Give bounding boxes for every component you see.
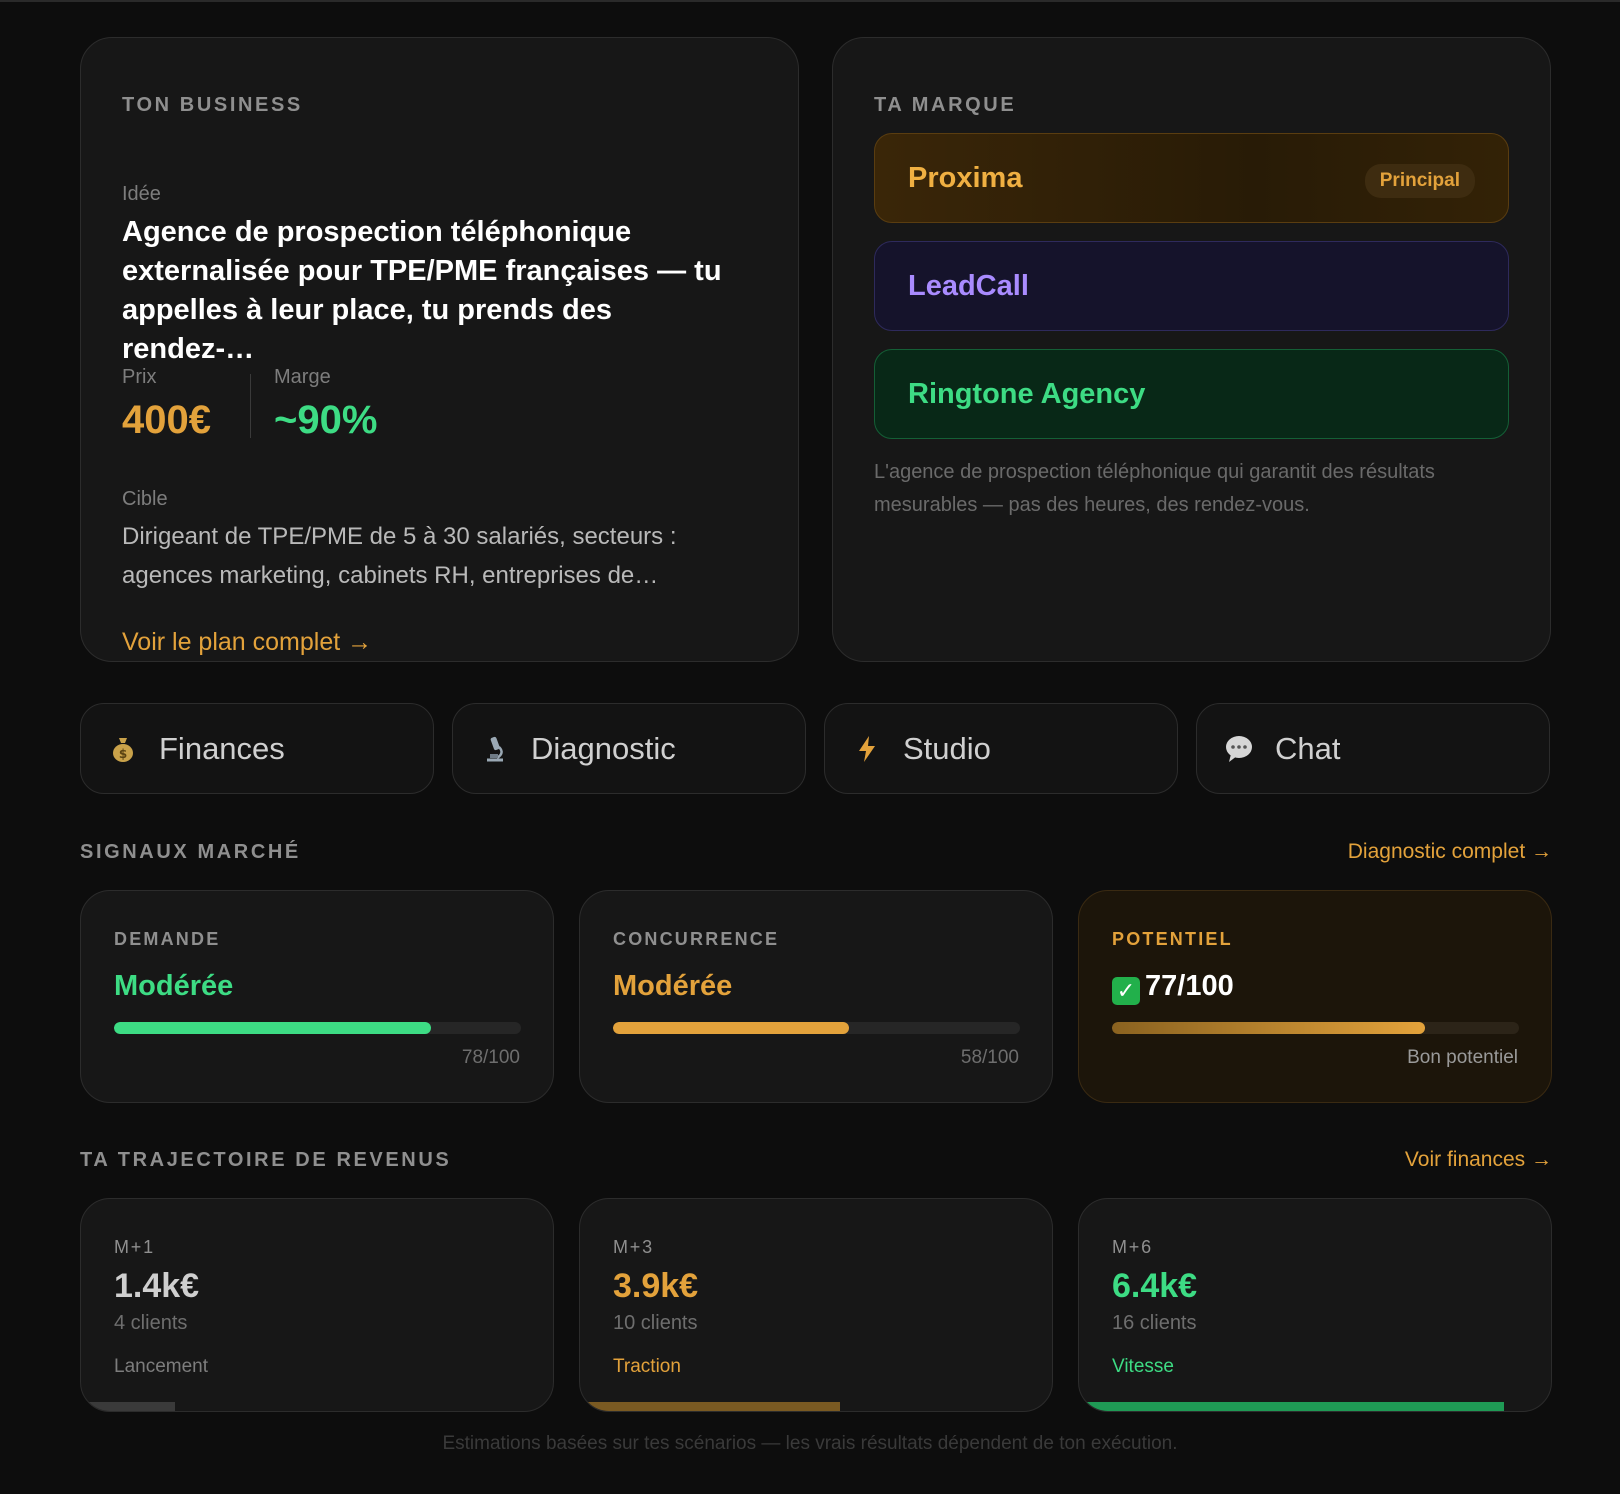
microscope-icon (481, 735, 509, 763)
signal-card-potential: POTENTIEL ✓ 77/100 Bon potentiel (1078, 890, 1552, 1103)
signal-progress-track (1112, 1022, 1519, 1034)
nav-label: Finances (159, 730, 285, 766)
signal-card-competition: CONCURRENCE Modérée 58/100 (579, 890, 1053, 1103)
signal-progress-track (613, 1022, 1020, 1034)
brand-tagline: L'agence de prospection téléphonique qui… (874, 461, 1435, 516)
revenue-card-m1: M+1 1.4k€ 4 clients Lancement (80, 1198, 554, 1412)
signal-value: Modérée (613, 970, 733, 1002)
margin-label: Marge (274, 366, 331, 388)
revenue-progress-bar (81, 1402, 176, 1411)
signal-card-demand: DEMANDE Modérée 78/100 (80, 890, 554, 1103)
business-card: TON BUSINESS Idée Agence de prospection … (80, 37, 799, 662)
nav-finances-button[interactable]: $ Finances (80, 703, 434, 794)
primary-badge: Principal (1364, 164, 1475, 198)
revenue-clients: 16 clients (1112, 1312, 1197, 1334)
svg-text:$: $ (119, 747, 127, 761)
signal-progress-fill (1112, 1022, 1426, 1034)
revenue-phase: Traction (613, 1356, 681, 1377)
footnote: Estimations basées sur tes scénarios — l… (442, 1433, 1178, 1454)
revenue-amount: 3.9k€ (613, 1267, 699, 1305)
revenue-card-m6: M+6 6.4k€ 16 clients Vitesse (1078, 1198, 1552, 1412)
revenue-progress-bar (1079, 1402, 1504, 1411)
signal-score: 58/100 (960, 1047, 1019, 1068)
brand-option-proxima[interactable]: Proxima Principal (874, 133, 1509, 223)
revenue-month: M+1 (114, 1237, 155, 1257)
signal-progress-fill (114, 1022, 432, 1034)
signal-verdict: Bon potentiel (1407, 1047, 1518, 1068)
full-diagnostic-link[interactable]: Diagnostic complet → (1348, 840, 1552, 864)
full-plan-link[interactable]: Voir le plan complet → (122, 628, 372, 657)
nav-label: Diagnostic (531, 730, 676, 766)
brand-name: LeadCall (908, 269, 1029, 302)
signal-label: DEMANDE (114, 929, 221, 949)
signal-value-wrap: ✓ 77/100 (1112, 970, 1234, 1005)
market-signals-title: SIGNAUX MARCHÉ (80, 841, 301, 863)
nav-studio-button[interactable]: Studio (824, 703, 1178, 794)
nav-diagnostic-button[interactable]: Diagnostic (452, 703, 806, 794)
idea-text: Agence de prospection téléphonique exter… (122, 216, 722, 365)
brand-section-label: TA MARQUE (874, 94, 1017, 116)
target-label: Cible (122, 488, 168, 510)
revenue-month: M+3 (613, 1237, 654, 1257)
signal-progress-fill (613, 1022, 850, 1034)
idea-label: Idée (122, 183, 161, 205)
signal-value: 77/100 (1145, 970, 1234, 1002)
margin-value: ~90% (274, 398, 378, 442)
signal-value: Modérée (114, 970, 234, 1002)
revenue-amount: 6.4k€ (1112, 1267, 1198, 1305)
nav-chat-button[interactable]: Chat (1196, 703, 1550, 794)
revenue-trajectory-title: TA TRAJECTOIRE DE REVENUS (80, 1149, 452, 1171)
nav-label: Studio (903, 730, 991, 766)
money-bag-icon: $ (109, 735, 137, 763)
speech-bubble-icon (1225, 735, 1253, 763)
nav-label: Chat (1275, 730, 1341, 766)
business-section-label: TON BUSINESS (122, 94, 303, 116)
revenue-phase: Lancement (114, 1356, 209, 1377)
price-margin-divider (250, 374, 251, 438)
brand-option-ringtone-agency[interactable]: Ringtone Agency (874, 349, 1509, 439)
top-divider (0, 0, 1620, 2)
lightning-icon (853, 735, 881, 763)
brand-option-leadcall[interactable]: LeadCall (874, 241, 1509, 331)
revenue-amount: 1.4k€ (114, 1267, 200, 1305)
price-label: Prix (122, 366, 157, 388)
signal-score: 78/100 (461, 1047, 520, 1068)
brand-card: TA MARQUE Proxima Principal LeadCall Rin… (832, 37, 1551, 662)
signal-progress-track (114, 1022, 521, 1034)
view-finances-link[interactable]: Voir finances → (1405, 1148, 1552, 1172)
revenue-month: M+6 (1112, 1237, 1153, 1257)
brand-name: Proxima (908, 161, 1023, 194)
revenue-phase: Vitesse (1112, 1356, 1174, 1377)
price-value: 400€ (122, 398, 211, 442)
brand-name: Ringtone Agency (908, 377, 1146, 410)
revenue-clients: 4 clients (114, 1312, 188, 1334)
revenue-card-m3: M+3 3.9k€ 10 clients Traction (579, 1198, 1053, 1412)
target-text: Dirigeant de TPE/PME de 5 à 30 salariés,… (122, 523, 677, 589)
revenue-clients: 10 clients (613, 1312, 698, 1334)
revenue-progress-bar (580, 1402, 840, 1411)
signal-label: CONCURRENCE (613, 929, 780, 949)
check-mark-icon: ✓ (1112, 977, 1140, 1005)
signal-label: POTENTIEL (1112, 929, 1233, 949)
